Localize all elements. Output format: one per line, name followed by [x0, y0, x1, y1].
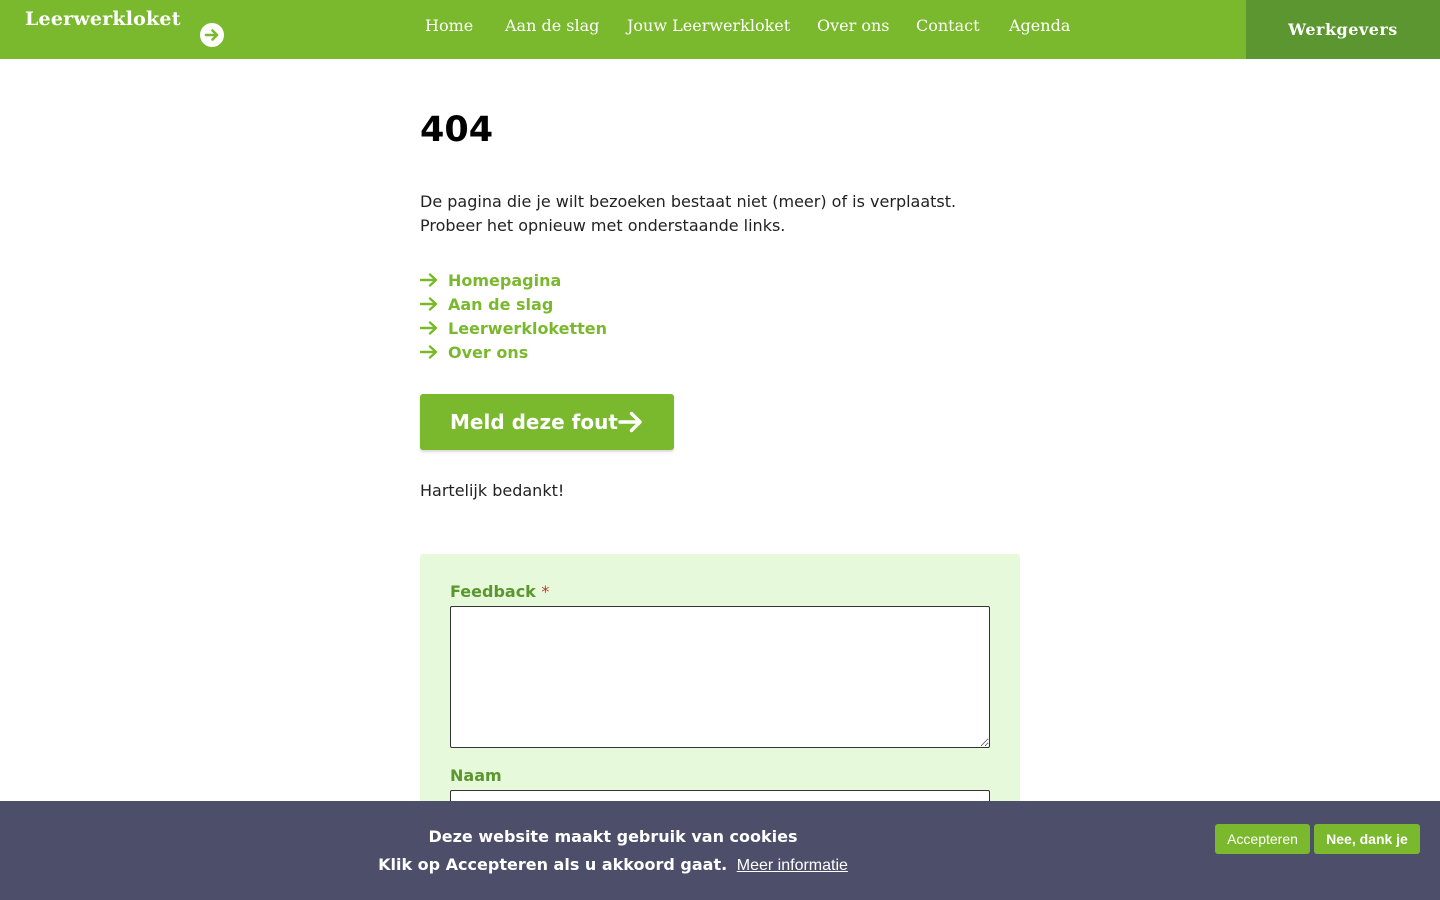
report-error-label: Meld deze fout	[450, 410, 618, 434]
cookie-message: Klik op Accepteren als u akkoord gaat. M…	[0, 855, 1226, 875]
feedback-label: Feedback *	[450, 582, 549, 601]
nav-aan-de-slag[interactable]: Aan de slag	[505, 16, 599, 35]
page-title: 404	[420, 110, 494, 150]
link-leerwerkloketten[interactable]: Leerwerkloketten	[448, 319, 607, 338]
more-info-link[interactable]: Meer informatie	[737, 857, 848, 874]
nav-home[interactable]: Home	[425, 16, 473, 35]
link-over-ons[interactable]: Over ons	[448, 343, 528, 362]
arrow-right-icon	[420, 321, 438, 335]
feedback-label-text: Feedback	[450, 582, 536, 601]
cookie-banner: Deze website maakt gebruik van cookies K…	[0, 801, 1440, 900]
main-nav: Home Aan de slag Jouw Leerwerkloket Over…	[0, 16, 1440, 40]
required-marker: *	[541, 582, 550, 601]
list-item: Homepagina	[420, 268, 607, 292]
cookie-title: Deze website maakt gebruik van cookies	[428, 827, 798, 846]
nav-contact[interactable]: Contact	[916, 16, 980, 35]
list-item: Over ons	[420, 340, 607, 364]
arrow-right-icon	[420, 297, 438, 311]
nav-over-ons[interactable]: Over ons	[817, 16, 890, 35]
arrow-right-icon	[618, 411, 642, 433]
list-item: Aan de slag	[420, 292, 607, 316]
site-header: Leerwerkloket Home Aan de slag Jouw Leer…	[0, 0, 1440, 59]
link-homepagina[interactable]: Homepagina	[448, 271, 561, 290]
nav-jouw-leerwerkloket[interactable]: Jouw Leerwerkloket	[627, 16, 790, 35]
report-error-button[interactable]: Meld deze fout	[420, 394, 674, 450]
name-label: Naam	[450, 766, 502, 785]
arrow-right-icon	[420, 273, 438, 287]
decline-cookies-button[interactable]: Nee, dank je	[1314, 824, 1420, 854]
cookie-message-text: Klik op Accepteren als u akkoord gaat.	[378, 855, 728, 874]
link-aan-de-slag[interactable]: Aan de slag	[448, 295, 553, 314]
nav-agenda[interactable]: Agenda	[1009, 16, 1070, 35]
werkgevers-button[interactable]: Werkgevers	[1246, 0, 1440, 59]
list-item: Leerwerkloketten	[420, 316, 607, 340]
help-links: Homepagina Aan de slag Leerwerkloketten …	[420, 268, 607, 364]
feedback-textarea[interactable]	[450, 606, 990, 748]
arrow-right-icon	[420, 345, 438, 359]
accept-cookies-button[interactable]: Accepteren	[1215, 824, 1310, 854]
intro-text: De pagina die je wilt bezoeken bestaat n…	[420, 192, 957, 235]
thanks-text: Hartelijk bedankt!	[420, 481, 565, 500]
